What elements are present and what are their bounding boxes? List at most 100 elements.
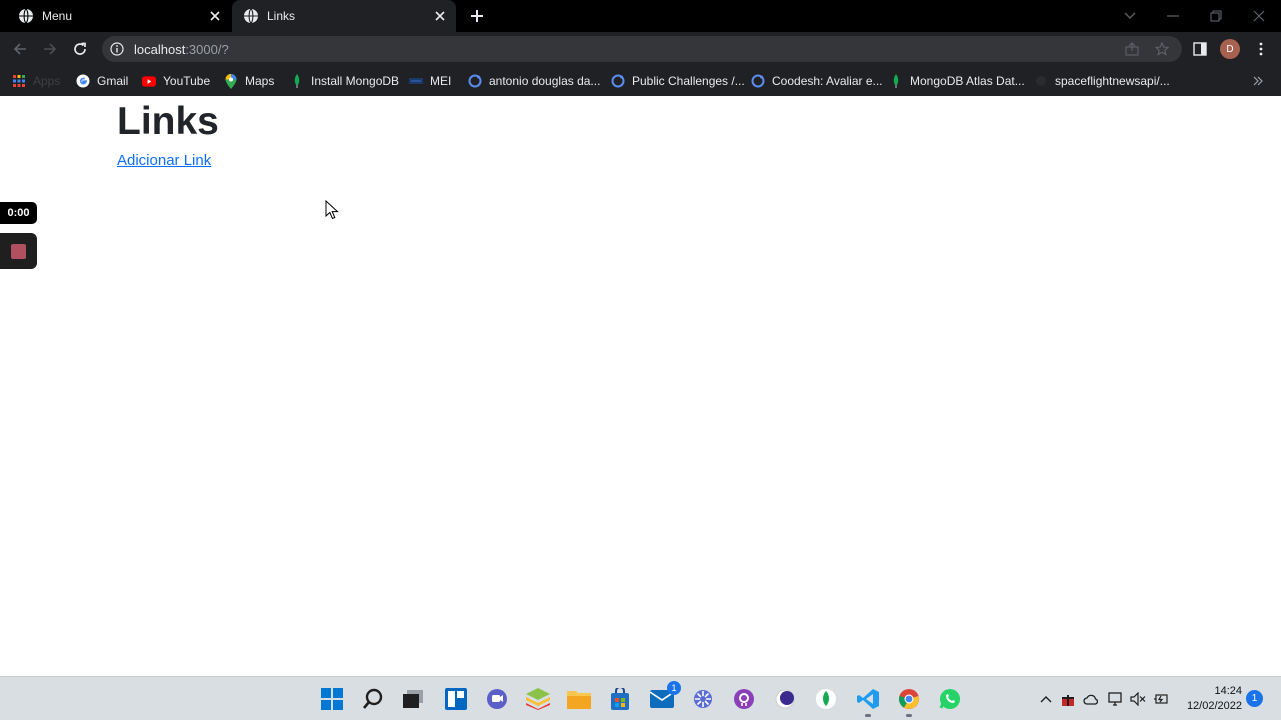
notification-count-badge[interactable]: 1 (1246, 690, 1263, 707)
mongodb-leaf-icon (290, 74, 304, 88)
site-info-icon[interactable] (110, 42, 124, 56)
bookmark-youtube[interactable]: YouTube (142, 72, 210, 90)
mouse-cursor-icon (325, 200, 339, 220)
globe-ring-icon (468, 74, 482, 88)
tray-gift-icon[interactable] (1060, 691, 1076, 707)
bookmark-spaceflightnewsapi[interactable]: spaceflightnewsapi/... (1034, 72, 1170, 90)
tab-title: Menu (42, 9, 73, 23)
mail-icon[interactable]: 1 (649, 681, 681, 712)
stop-square-icon (11, 243, 26, 259)
bookmark-star-icon[interactable] (1154, 41, 1170, 57)
restore-icon[interactable] (1206, 6, 1226, 26)
address-bar[interactable]: localhost:3000/? (102, 36, 1182, 62)
bookmark-label: Maps (245, 74, 275, 88)
bookmark-label: MEI (430, 74, 452, 88)
more-menu-icon[interactable] (1251, 39, 1271, 59)
globe-icon (19, 8, 33, 24)
widgets-icon[interactable] (443, 686, 469, 712)
speaker-muted-icon[interactable] (1130, 691, 1146, 707)
mail-badge: 1 (667, 681, 681, 695)
clock-date: 12/02/2022 (1186, 700, 1242, 712)
recorder-timer: 0:00 (0, 202, 37, 224)
system-clock[interactable]: 14:24 12/02/2022 (1180, 684, 1242, 714)
forward-arrow-icon[interactable] (40, 39, 60, 59)
mongodb-compass-icon[interactable] (813, 686, 839, 712)
tab-links[interactable]: Links (232, 0, 456, 32)
url-host: localhost (134, 41, 186, 57)
tab-search-chevron-icon[interactable] (1120, 6, 1140, 26)
url-path: :3000/? (185, 41, 229, 57)
close-tab-icon[interactable] (207, 8, 223, 24)
whatsapp-icon[interactable] (937, 686, 963, 712)
side-panel-icon[interactable] (1190, 39, 1210, 59)
bookmark-gmail[interactable]: Gmail (76, 72, 128, 90)
tab-strip: Menu Links (0, 0, 1281, 32)
start-windows-icon[interactable] (319, 686, 345, 712)
bookmark-mei[interactable]: MEI (409, 72, 451, 90)
globe-ring-icon (751, 74, 765, 88)
mei-icon (409, 74, 423, 88)
profile-avatar[interactable]: D (1220, 39, 1240, 59)
windows-taskbar: 1 14:24 12/02/2022 1 (0, 676, 1281, 720)
globe-icon (244, 8, 258, 24)
globe-ring-icon (611, 74, 625, 88)
bookmark-label: Apps (33, 74, 61, 88)
eclipse-moon-icon[interactable] (772, 686, 798, 712)
reload-icon[interactable] (70, 39, 90, 59)
tab-title: Links (267, 9, 296, 23)
youtube-icon (142, 74, 156, 88)
battery-charging-icon[interactable] (1153, 691, 1169, 707)
file-explorer-icon[interactable] (566, 686, 592, 712)
bookmark-label: spaceflightnewsapi/... (1055, 74, 1170, 88)
running-indicator (865, 714, 871, 717)
minimize-icon[interactable] (1163, 6, 1183, 26)
bookmark-label: Public Challenges /... (632, 74, 745, 88)
close-tab-icon[interactable] (432, 8, 448, 24)
bookmark-coodesh[interactable]: Coodesh: Avaliar e... (751, 72, 883, 90)
browser-toolbar: localhost:3000/? D (0, 32, 1281, 66)
bookmark-label: Install MongoDB (311, 74, 400, 88)
bookmark-label: MongoDB Atlas Dat... (910, 74, 1025, 88)
bookmark-label: Coodesh: Avaliar e... (772, 74, 883, 88)
clock-time: 14:24 (1214, 685, 1242, 697)
onedrive-cloud-icon[interactable] (1083, 691, 1099, 707)
bookmarks-overflow-chevron-icon[interactable] (1253, 72, 1263, 90)
task-view-icon[interactable] (400, 686, 426, 712)
bookmark-antonio-douglas[interactable]: antonio douglas da... (468, 72, 600, 90)
tab-menu[interactable]: Menu (0, 0, 231, 32)
teams-chat-icon[interactable] (484, 686, 510, 712)
vscode-icon[interactable] (855, 686, 881, 717)
new-tab-plus-icon[interactable] (467, 6, 487, 26)
google-icon (76, 74, 90, 88)
bookmarks-bar: Apps Gmail YouTube Maps Install MongoDB … (0, 66, 1281, 96)
bookmark-mongodb-atlas[interactable]: MongoDB Atlas Dat... (889, 72, 1025, 90)
bookmark-label: YouTube (163, 74, 211, 88)
apps-grid-icon (12, 74, 26, 88)
back-arrow-icon[interactable] (10, 39, 30, 59)
microsoft-store-icon[interactable] (607, 686, 633, 712)
blank-page-icon (1034, 74, 1048, 88)
profile-initial: D (1226, 43, 1234, 55)
running-indicator (906, 714, 912, 717)
recorder-stop-button[interactable] (0, 233, 37, 269)
bookmark-label: Gmail (97, 74, 129, 88)
bookmark-maps[interactable]: Maps (224, 72, 274, 90)
mongodb-leaf-icon (889, 74, 903, 88)
bookmark-public-challenges[interactable]: Public Challenges /... (611, 72, 745, 90)
bookmark-install-mongodb[interactable]: Install MongoDB (290, 72, 399, 90)
chrome-icon[interactable] (896, 686, 922, 717)
page-title: Links (117, 100, 219, 143)
bluestacks-icon[interactable] (525, 686, 551, 712)
snipping-tool-icon[interactable] (690, 686, 716, 712)
network-monitor-icon[interactable] (1108, 691, 1124, 707)
search-icon[interactable] (360, 686, 386, 712)
add-link-link[interactable]: Adicionar Link (117, 152, 211, 169)
page-content: Links Adicionar Link (0, 96, 1281, 676)
bookmark-label: antonio douglas da... (489, 74, 601, 88)
bookmark-apps[interactable]: Apps (12, 72, 60, 90)
close-window-icon[interactable] (1249, 6, 1269, 26)
github-desktop-icon[interactable] (731, 686, 757, 712)
maps-pin-icon (224, 73, 238, 89)
share-icon[interactable] (1124, 41, 1140, 57)
tray-overflow-chevron-icon[interactable] (1038, 691, 1054, 707)
